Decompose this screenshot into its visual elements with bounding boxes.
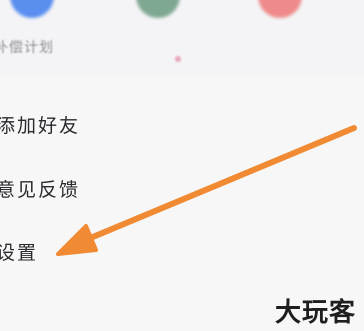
watermark-logo: 大玩客 [274, 298, 356, 328]
pointer-arrow-icon [56, 125, 357, 256]
